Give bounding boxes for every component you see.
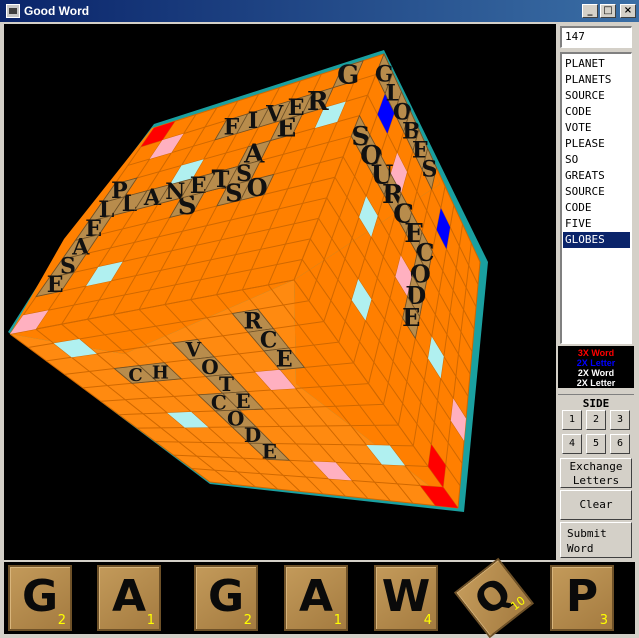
cube-tile-letter: E: [276, 347, 293, 373]
cube-tile-letter: H: [152, 362, 169, 383]
exchange-letters-button[interactable]: Exchange Letters: [560, 458, 632, 488]
side-button-4[interactable]: 4: [562, 434, 582, 454]
app-icon: [6, 4, 20, 18]
cube-tile-letter: O: [247, 173, 268, 202]
rack-tile[interactable]: A1: [97, 565, 161, 631]
rack-tile-score: 1: [146, 613, 155, 628]
word-list-item[interactable]: GREATS: [563, 168, 630, 184]
side-button-5[interactable]: 5: [586, 434, 606, 454]
cube-tile-letter: S: [225, 179, 242, 208]
cube-tile-letter: V: [185, 338, 202, 362]
side-button-3[interactable]: 3: [610, 410, 630, 430]
word-list-item[interactable]: PLANET: [563, 56, 630, 72]
close-button[interactable]: ×: [620, 4, 636, 18]
cube-tile-letter: V: [265, 102, 284, 128]
word-list-item[interactable]: PLANETS: [563, 72, 630, 88]
cube-tile-letter: C: [128, 365, 142, 386]
cube-tile-letter: N: [165, 179, 185, 205]
rack-tile-score: 3: [599, 613, 608, 628]
word-list-item[interactable]: GLOBES: [563, 232, 630, 248]
submit-word-button[interactable]: Submit Word: [560, 522, 632, 558]
rack-tile[interactable]: P3: [550, 565, 614, 631]
word-list-item[interactable]: CODE: [563, 104, 630, 120]
word-list-item[interactable]: VOTE: [563, 120, 630, 136]
legend-entry: 3X Word: [577, 348, 615, 358]
letter-rack: G 2 A 1 G 2 A 1 W 4 Q 10 P 3: [4, 557, 635, 638]
word-list-item[interactable]: PLEASE: [563, 136, 630, 152]
minimize-button[interactable]: _: [582, 4, 598, 18]
cube-tile-letter: S: [422, 156, 438, 182]
cube-tile-letter: E: [262, 440, 277, 464]
side-label: SIDE: [558, 394, 634, 410]
submit-label-line2: Word: [567, 542, 594, 555]
maximize-button[interactable]: □: [600, 4, 616, 18]
exchange-label-line2: Letters: [572, 474, 620, 487]
side-button-1[interactable]: 1: [562, 410, 582, 430]
rack-tile[interactable]: G2: [8, 565, 72, 631]
word-list-item[interactable]: FIVE: [563, 216, 630, 232]
cube-tile-letter: R: [307, 87, 329, 117]
cube-tile-letter: E: [47, 272, 64, 298]
side-selector: 123 456: [562, 410, 630, 454]
legend-entry: 2X Letter: [576, 358, 616, 368]
window-title: Good Word: [24, 4, 90, 18]
rack-tile[interactable]: W4: [374, 565, 438, 631]
cube-tile-letter: E: [288, 95, 305, 121]
rack-tile-score: 2: [243, 613, 252, 628]
cube-viewport[interactable]: GREATSFIVEPLANETSSOGLOBESSOURCECODEPLEAS…: [4, 24, 556, 560]
rack-tile[interactable]: A1: [284, 565, 348, 631]
cube-tile-letter: E: [402, 303, 420, 332]
rack-tile-score: 4: [423, 613, 432, 628]
cube-tile-letter: A: [143, 185, 162, 211]
side-panel: 147 PLANET PLANETS SOURCE CODE VOTE PLEASE SO G…: [558, 24, 634, 560]
word-list-item[interactable]: SO: [563, 152, 630, 168]
word-list-item[interactable]: SOURCE: [563, 88, 630, 104]
rack-tile[interactable]: Q 10: [453, 557, 535, 638]
score-display: 147: [560, 26, 632, 48]
cube-tile-letter: E: [190, 173, 207, 199]
side-button-2[interactable]: 2: [586, 410, 606, 430]
word-list-item[interactable]: CODE: [563, 200, 630, 216]
legend-entry: 2X Letter: [576, 378, 616, 388]
rack-tile-score: 2: [57, 613, 66, 628]
cube-3d[interactable]: GREATSFIVEPLANETSSOGLOBESSOURCECODEPLEAS…: [4, 24, 556, 560]
cube-tile-letter: I: [248, 108, 258, 134]
rack-tile[interactable]: G2: [194, 565, 258, 631]
submit-label-line1: Submit: [567, 527, 607, 540]
played-words-list[interactable]: PLANET PLANETS SOURCE CODE VOTE PLEASE SO GREAT…: [560, 52, 632, 344]
word-list-item[interactable]: SOURCE: [563, 184, 630, 200]
title-bar: Good Word _ □ ×: [0, 0, 639, 22]
clear-button[interactable]: Clear: [560, 490, 632, 520]
exchange-label-line1: Exchange: [569, 460, 623, 473]
rack-tile-score: 1: [333, 613, 342, 628]
legend-entry: 2X Word: [577, 368, 615, 378]
bonus-legend: 3X Word 2X Letter 2X Word 2X Letter: [558, 346, 634, 388]
side-button-6[interactable]: 6: [610, 434, 630, 454]
cube-tile-letter: F: [224, 115, 240, 141]
cube-tile-letter: G: [337, 60, 359, 90]
